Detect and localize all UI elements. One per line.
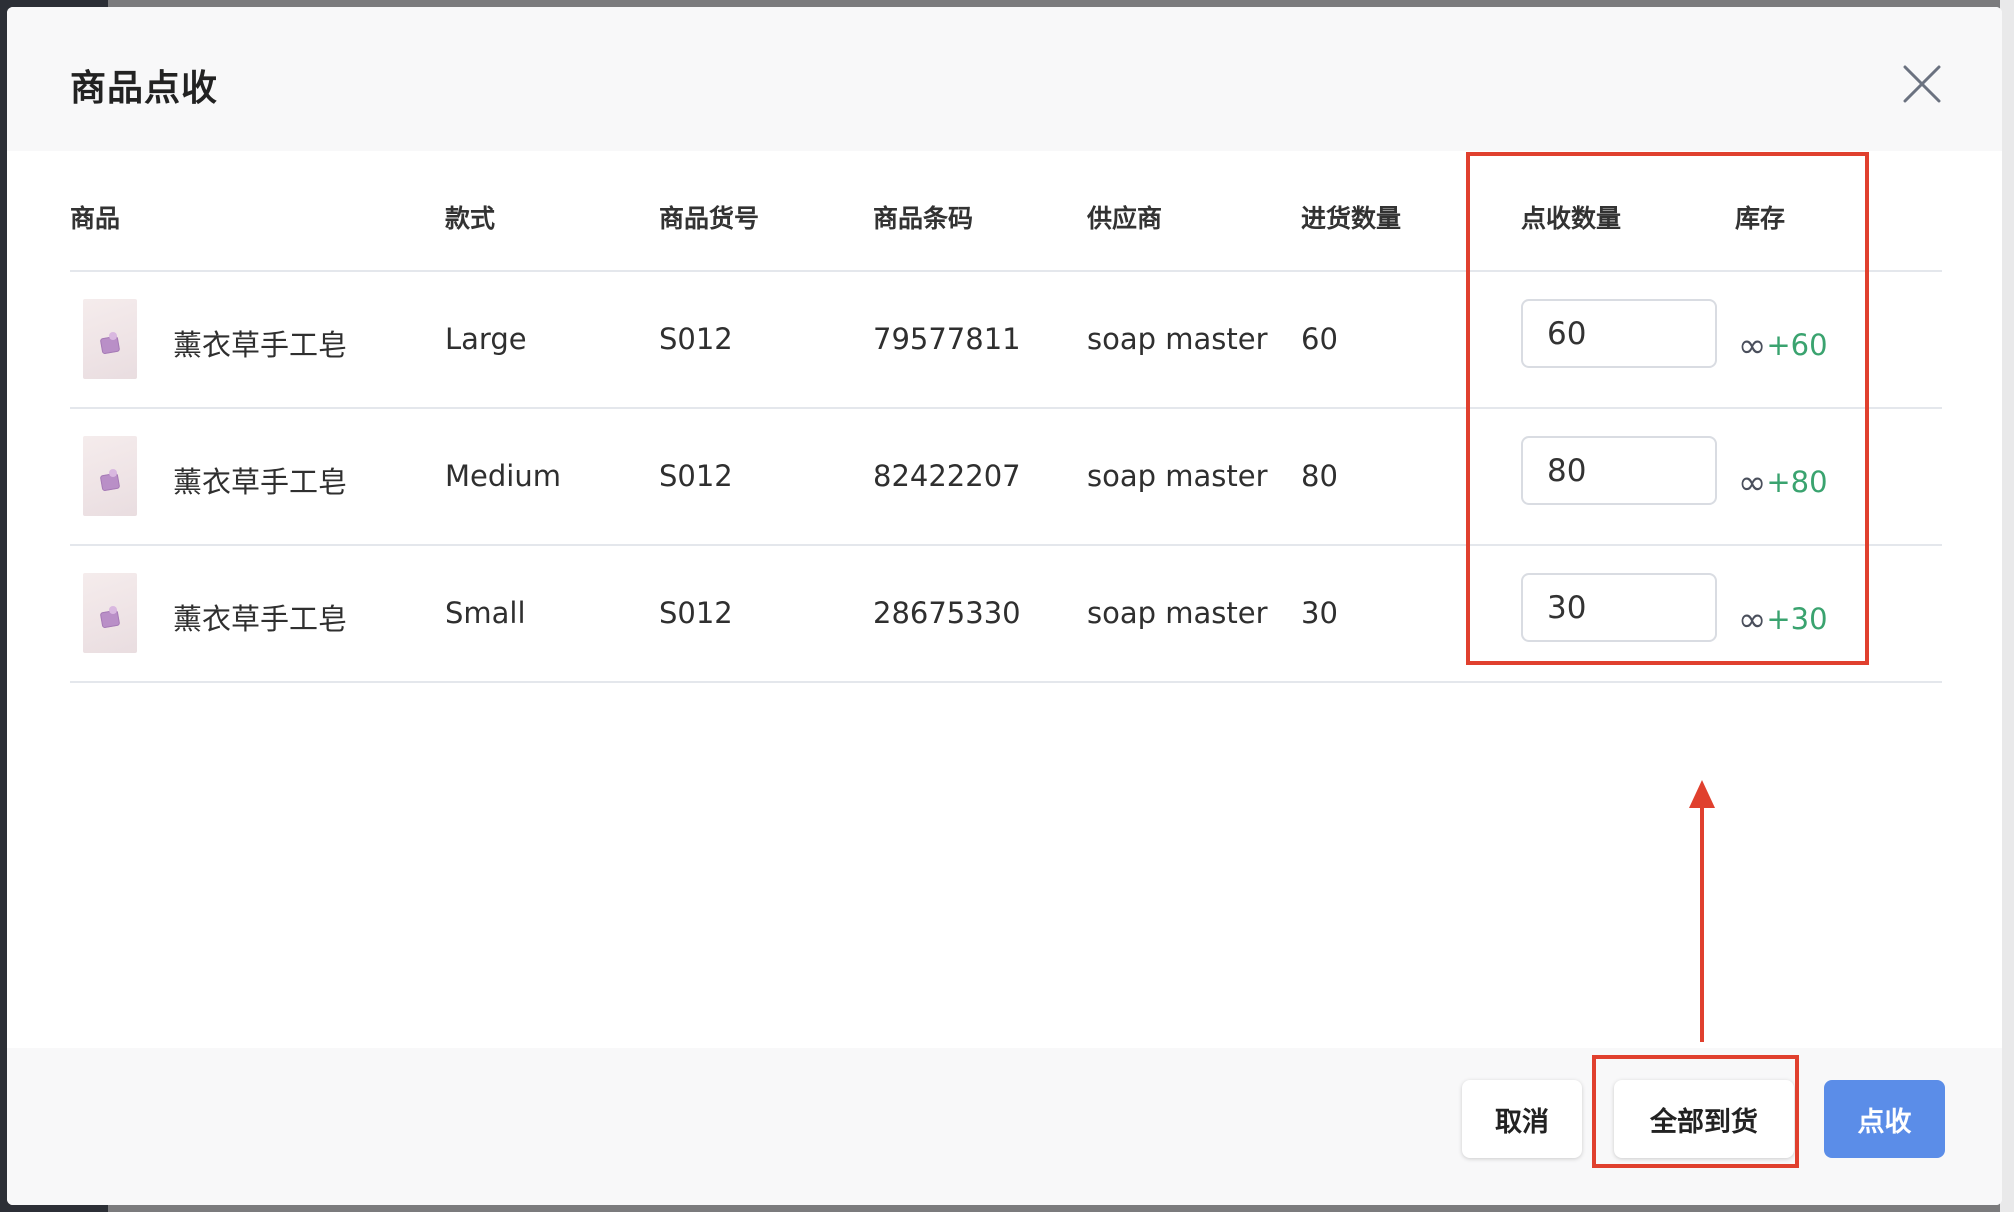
receive-table: 商品 款式 商品货号 商品条码 供应商 进货数量 点收数量 库存 薰衣草手工皂 … [70, 151, 1942, 683]
ordered-qty-cell: 30 [1301, 596, 1338, 630]
table-row: 薰衣草手工皂 Large S012 79577811 soap master 6… [70, 272, 1942, 409]
infinity-icon: ∞ [1738, 326, 1767, 366]
close-icon[interactable] [1899, 61, 1945, 107]
product-thumbnail [83, 573, 137, 653]
receive-goods-dialog: 商品点收 商品 款式 商品货号 商品条码 供应商 进货数量 点收数量 库存 薰衣… [7, 7, 2002, 1205]
header-sku: 商品货号 [659, 204, 760, 233]
header-stock: 库存 [1735, 204, 1786, 233]
header-barcode: 商品条码 [873, 204, 974, 233]
style-cell: Medium [445, 459, 561, 493]
table-row: 薰衣草手工皂 Small S012 28675330 soap master 3… [70, 546, 1942, 683]
barcode-cell: 28675330 [873, 596, 1021, 630]
dialog-header: 商品点收 [7, 7, 2002, 151]
stock-delta: +60 [1766, 328, 1828, 362]
product-name: 薰衣草手工皂 [173, 328, 348, 362]
product-thumbnail [83, 299, 137, 379]
backdrop-right [2000, 0, 2014, 1212]
table-row: 薰衣草手工皂 Medium S012 82422207 soap master … [70, 409, 1942, 546]
style-cell: Large [445, 322, 527, 356]
product-name: 薰衣草手工皂 [173, 465, 348, 499]
ordered-qty-cell: 80 [1301, 459, 1338, 493]
style-cell: Small [445, 596, 526, 630]
cancel-button[interactable]: 取消 [1462, 1080, 1582, 1158]
supplier-cell: soap master [1087, 459, 1268, 493]
header-received-qty: 点收数量 [1521, 204, 1622, 233]
sku-cell: S012 [659, 459, 733, 493]
ordered-qty-cell: 60 [1301, 322, 1338, 356]
received-qty-input[interactable] [1521, 573, 1717, 642]
table-header: 商品 款式 商品货号 商品条码 供应商 进货数量 点收数量 库存 [70, 151, 1942, 272]
received-qty-input[interactable] [1521, 436, 1717, 505]
received-qty-input[interactable] [1521, 299, 1717, 368]
supplier-cell: soap master [1087, 596, 1268, 630]
product-name: 薰衣草手工皂 [173, 602, 348, 636]
header-ordered-qty: 进货数量 [1301, 204, 1402, 233]
all-arrived-button[interactable]: 全部到货 [1614, 1080, 1794, 1158]
barcode-cell: 82422207 [873, 459, 1021, 493]
dialog-title: 商品点收 [70, 68, 219, 109]
stock-cell: ∞+60 [1738, 326, 1828, 366]
stock-cell: ∞+30 [1738, 600, 1828, 640]
barcode-cell: 79577811 [873, 322, 1021, 356]
stock-delta: +30 [1766, 602, 1828, 636]
header-style: 款式 [445, 204, 496, 233]
supplier-cell: soap master [1087, 322, 1268, 356]
sku-cell: S012 [659, 596, 733, 630]
confirm-receive-button[interactable]: 点收 [1824, 1080, 1945, 1158]
infinity-icon: ∞ [1738, 463, 1767, 503]
stock-delta: +80 [1766, 465, 1828, 499]
infinity-icon: ∞ [1738, 600, 1767, 640]
header-supplier: 供应商 [1087, 204, 1163, 233]
header-product: 商品 [70, 204, 121, 233]
sku-cell: S012 [659, 322, 733, 356]
product-thumbnail [83, 436, 137, 516]
stock-cell: ∞+80 [1738, 463, 1828, 503]
